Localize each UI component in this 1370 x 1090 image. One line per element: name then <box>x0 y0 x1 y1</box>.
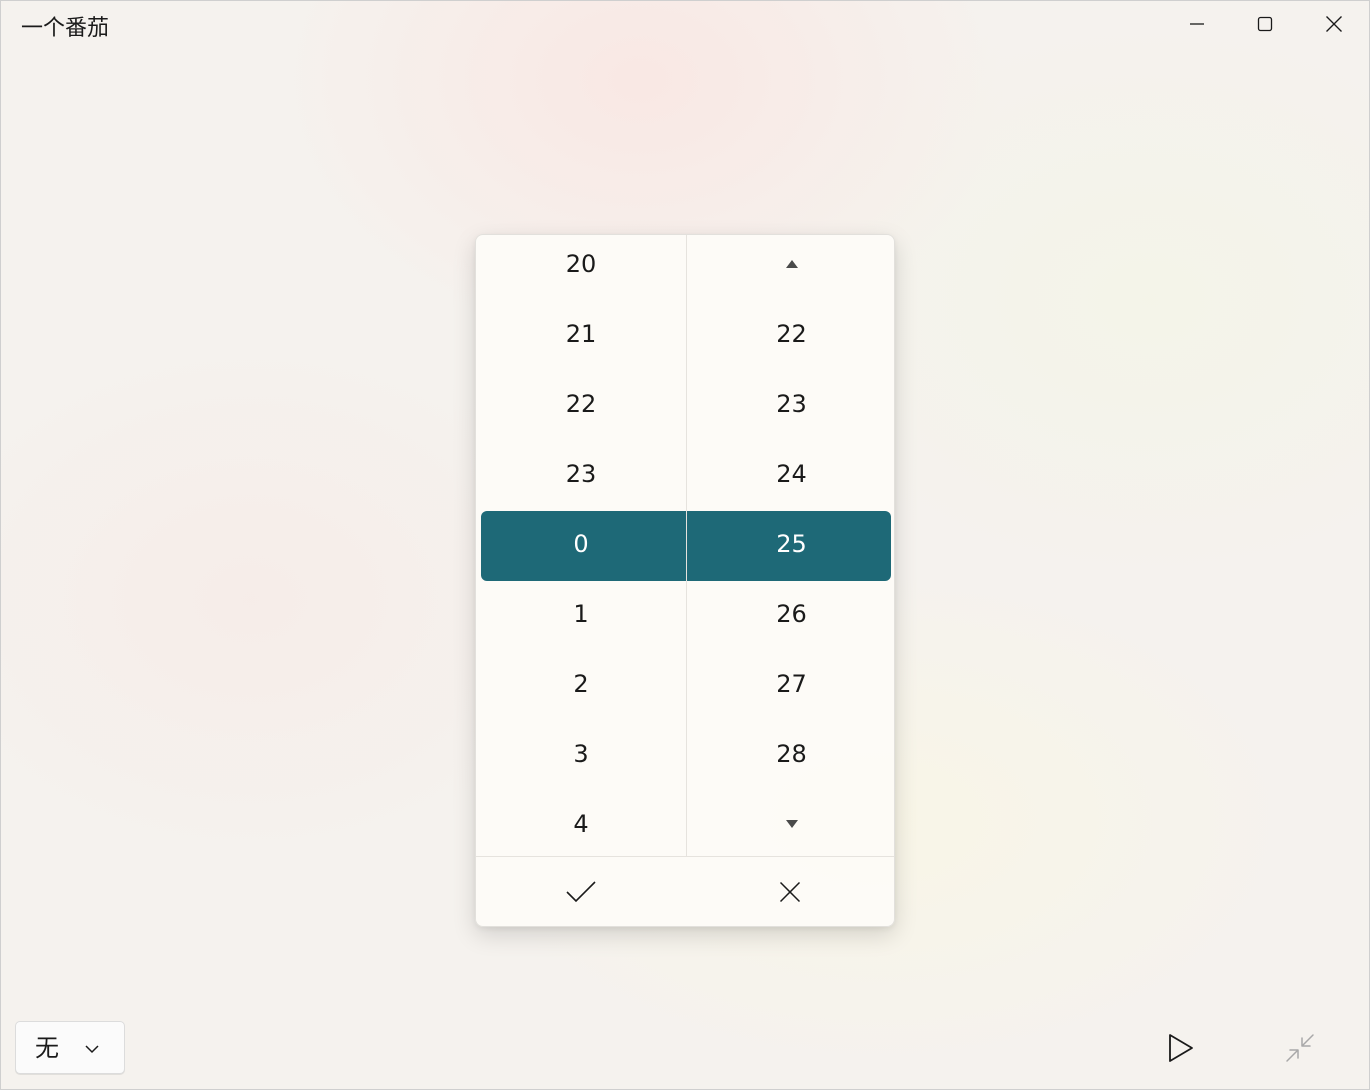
hour-item[interactable]: 1 <box>476 579 686 649</box>
minute-scroll-down-button[interactable] <box>687 789 896 859</box>
checkmark-icon <box>565 881 596 903</box>
triangle-up-icon <box>785 260 798 268</box>
hour-item[interactable]: 22 <box>476 369 686 439</box>
triangle-down-icon <box>785 820 798 828</box>
minute-item[interactable]: 28 <box>687 719 896 789</box>
hour-item[interactable]: 23 <box>476 439 686 509</box>
hour-item-selected[interactable]: 0 <box>476 509 686 579</box>
compact-mode-button[interactable] <box>1274 1022 1326 1074</box>
dropdown-selected-value: 无 <box>35 1034 59 1062</box>
time-picker-flyout: 20 21 22 23 0 1 2 3 4 22 23 24 25 26 27 … <box>475 234 895 927</box>
hour-column[interactable]: 20 21 22 23 0 1 2 3 4 <box>476 235 686 856</box>
minute-item[interactable]: 22 <box>687 299 896 369</box>
minute-item[interactable]: 23 <box>687 369 896 439</box>
minute-column[interactable]: 22 23 24 25 26 27 28 <box>686 235 896 856</box>
maximize-button[interactable] <box>1231 0 1299 48</box>
play-icon <box>1169 1034 1193 1062</box>
minute-scroll-up-button[interactable] <box>687 229 896 299</box>
minute-item[interactable]: 24 <box>687 439 896 509</box>
hour-item[interactable]: 3 <box>476 719 686 789</box>
chevron-down-icon <box>85 1045 99 1054</box>
picker-footer <box>476 856 894 927</box>
window-title: 一个番茄 <box>21 16 110 41</box>
hour-item[interactable]: 2 <box>476 649 686 719</box>
shrink-icon <box>1286 1034 1314 1062</box>
maximize-icon <box>1257 16 1273 32</box>
close-window-button[interactable] <box>1300 0 1368 48</box>
minimize-button[interactable] <box>1163 0 1231 48</box>
minute-item-selected[interactable]: 25 <box>687 509 896 579</box>
close-icon <box>779 881 800 903</box>
dismiss-button[interactable] <box>685 857 894 927</box>
minute-item[interactable]: 26 <box>687 579 896 649</box>
play-button[interactable] <box>1155 1022 1207 1074</box>
hour-item[interactable]: 4 <box>476 789 686 859</box>
minimize-icon <box>1190 23 1204 25</box>
accept-button[interactable] <box>476 857 685 927</box>
mode-dropdown[interactable]: 无 <box>15 1021 125 1074</box>
hour-item[interactable]: 20 <box>476 229 686 299</box>
minute-item[interactable]: 27 <box>687 649 896 719</box>
hour-item[interactable]: 21 <box>476 299 686 369</box>
close-icon <box>1326 16 1342 32</box>
